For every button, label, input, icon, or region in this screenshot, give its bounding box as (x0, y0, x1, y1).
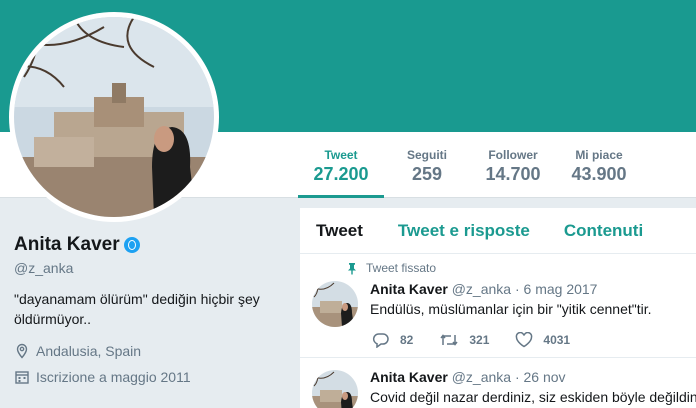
profile-stats: Tweet 27.200 Seguiti 259 Follower 14.700… (298, 132, 642, 198)
tweet-separator: · (514, 369, 520, 385)
tweet-actions: 82 321 4031 (372, 332, 596, 348)
timeline-tabs: Tweet Tweet e risposte Contenuti (300, 208, 696, 254)
tweet-text: Endülüs, müslümanlar için bir "yitik cen… (370, 301, 652, 317)
tab-media[interactable]: Contenuti (564, 221, 643, 241)
tweet-avatar[interactable] (312, 370, 358, 408)
pinned-indicator: Tweet fissato (346, 261, 436, 275)
stat-label: Seguiti (406, 148, 447, 162)
profile-handle[interactable]: @z_anka (14, 260, 284, 276)
tweet-item[interactable]: Anita Kaver @z_anka · 26 nov Covid değil… (300, 358, 696, 408)
tweet-header: Anita Kaver @z_anka · 6 mag 2017 (370, 281, 597, 297)
profile-card: Anita Kaver @z_anka "dayanamam ölürüm" d… (14, 234, 284, 385)
tab-tweets-and-replies[interactable]: Tweet e risposte (398, 221, 530, 241)
tab-tweets[interactable]: Tweet (316, 221, 363, 241)
tweet-author-handle[interactable]: @z_anka (452, 281, 511, 297)
stat-following[interactable]: Seguiti 259 (384, 132, 470, 198)
location-text: Andalusia, Spain (36, 343, 142, 359)
tweet-item[interactable]: Tweet fissato Anita Kaver @z_anka · 6 ma… (300, 254, 696, 358)
tweet-separator: · (514, 281, 520, 297)
tweet-text: Covid değil nazar derdiniz, siz eskiden … (370, 389, 696, 405)
verified-globe-icon (123, 237, 140, 253)
retweet-button[interactable]: 321 (439, 332, 489, 348)
stat-likes[interactable]: Mi piace 43.900 (556, 132, 642, 198)
bio-line: "dayanamam ölürüm" dediğin hiçbir şey (14, 291, 260, 307)
pin-icon (348, 262, 356, 274)
stat-tweets[interactable]: Tweet 27.200 (298, 132, 384, 198)
retweet-count: 321 (469, 333, 490, 347)
reply-button[interactable]: 82 (372, 332, 413, 348)
like-count: 4031 (543, 333, 571, 347)
profile-bio: "dayanamam ölürüm" dediğin hiçbir şey öl… (14, 289, 284, 329)
reply-icon (372, 333, 389, 348)
tweet-author-name[interactable]: Anita Kaver (370, 369, 448, 385)
stat-value: 27.200 (313, 164, 369, 184)
profile-avatar[interactable] (9, 12, 219, 222)
tweet-author-handle[interactable]: @z_anka (452, 369, 511, 385)
stat-label: Mi piace (575, 148, 623, 162)
stat-followers[interactable]: Follower 14.700 (470, 132, 556, 198)
profile-name[interactable]: Anita Kaver (14, 234, 120, 256)
calendar-icon (15, 371, 29, 384)
retweet-icon (440, 334, 458, 346)
profile-name-row: Anita Kaver (14, 234, 284, 256)
tweet-header: Anita Kaver @z_anka · 26 nov (370, 369, 566, 385)
profile-location: Andalusia, Spain (14, 343, 284, 359)
like-icon (516, 332, 533, 348)
stat-value: 43.900 (571, 164, 627, 184)
stat-value: 14.700 (485, 164, 541, 184)
like-button[interactable]: 4031 (515, 332, 570, 348)
bio-line: öldürmüyor.. (14, 311, 92, 327)
reply-count: 82 (400, 333, 414, 347)
stat-label: Follower (488, 148, 538, 162)
tweet-date[interactable]: 6 mag 2017 (524, 281, 598, 297)
tweet-author-name[interactable]: Anita Kaver (370, 281, 448, 297)
avatar-photo (14, 17, 214, 217)
location-pin-icon (16, 343, 28, 359)
timeline: Tweet Tweet e risposte Contenuti Tweet f… (300, 208, 696, 408)
joined-text: Iscrizione a maggio 2011 (36, 369, 191, 385)
tweet-avatar[interactable] (312, 281, 358, 327)
profile-joined: Iscrizione a maggio 2011 (14, 369, 284, 385)
tweet-date[interactable]: 26 nov (524, 369, 566, 385)
stat-value: 259 (411, 164, 443, 184)
pinned-label: Tweet fissato (366, 261, 437, 275)
stat-label: Tweet (324, 148, 358, 162)
